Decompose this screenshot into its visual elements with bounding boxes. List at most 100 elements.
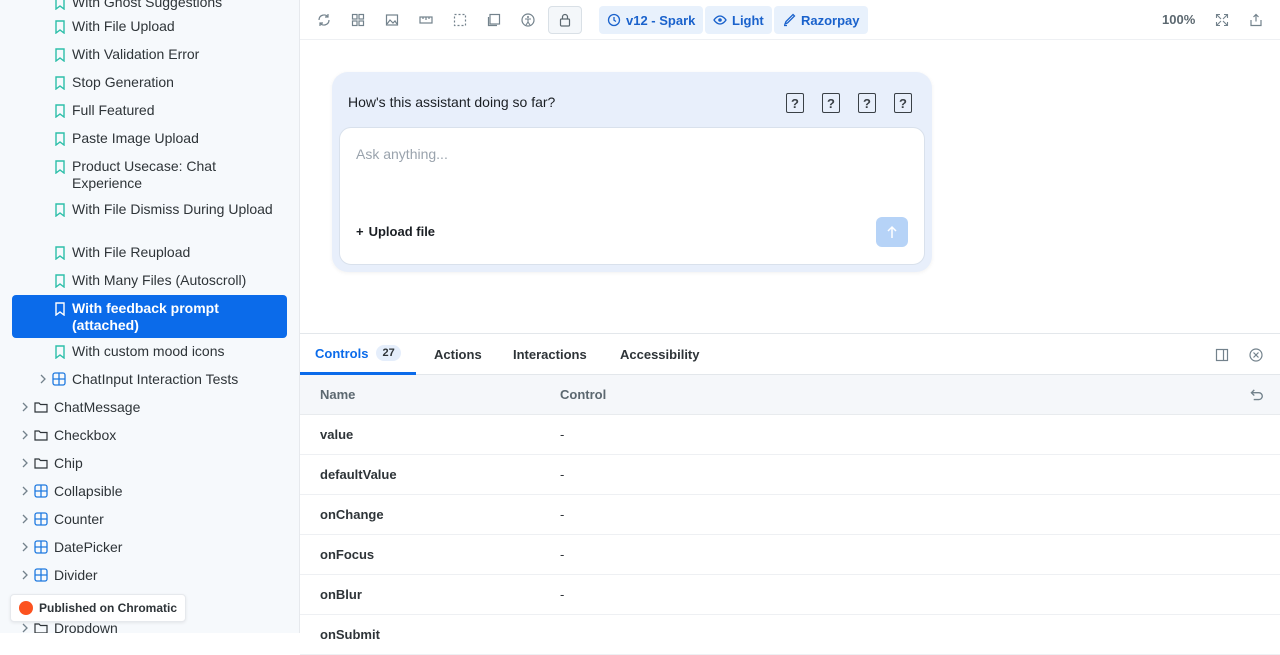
upload-file-button[interactable]: + Upload file <box>356 224 435 239</box>
sidebar-item-label: Checkbox <box>54 427 117 443</box>
table-header: Name Control <box>300 375 1280 415</box>
sidebar-item-chatmessage[interactable]: ChatMessage <box>12 399 287 416</box>
bookmark-icon <box>55 76 65 90</box>
column-header-name: Name <box>320 387 356 402</box>
control-value: - <box>560 547 565 562</box>
bookmark-icon <box>55 302 65 316</box>
undo-icon[interactable] <box>1248 387 1264 403</box>
story-item[interactable]: With Ghost Suggestions <box>12 0 287 11</box>
story-item[interactable]: Full Featured <box>12 102 287 119</box>
version-label: v12 - Spark <box>626 12 696 28</box>
bookmark-icon <box>55 160 65 174</box>
story-item[interactable]: Product Usecase: Chat Experience <box>12 158 287 192</box>
sidebar-item-counter[interactable]: Counter <box>12 511 287 528</box>
theme-button[interactable]: Light <box>705 6 772 34</box>
tab-controls[interactable]: Controls 27 <box>300 334 416 375</box>
story-item-label: With File Upload <box>72 18 175 34</box>
sidebar-item-chip[interactable]: Chip <box>12 455 287 472</box>
bookmark-icon <box>55 246 65 260</box>
control-name: onChange <box>320 507 384 522</box>
sidebar-item-label: DatePicker <box>54 539 123 555</box>
story-item[interactable]: With File Dismiss During Upload <box>12 201 287 218</box>
story-item-label: Full Featured <box>72 102 155 118</box>
bookmark-icon <box>55 20 65 34</box>
zoom-level[interactable]: 100% <box>1162 12 1195 27</box>
lock-icon[interactable] <box>548 6 582 34</box>
sidebar-item-checkbox[interactable]: Checkbox <box>12 427 287 444</box>
grid-icon[interactable] <box>348 10 368 30</box>
chevron-right-icon <box>22 402 28 412</box>
addon-panel: Controls 27 Actions Interactions Accessi… <box>300 333 1280 655</box>
chat-input-field[interactable] <box>356 146 896 162</box>
image-icon[interactable] <box>382 10 402 30</box>
sidebar-item-label: Counter <box>54 511 104 527</box>
reload-icon[interactable] <box>314 10 334 30</box>
story-item[interactable]: Paste Image Upload <box>12 130 287 147</box>
share-icon[interactable] <box>1246 10 1266 30</box>
controls-table: Name Control value - defaultValue - onCh… <box>300 375 1280 655</box>
sidebar-item-label: Divider <box>54 567 98 583</box>
chevron-right-icon <box>22 570 28 580</box>
story-canvas: How's this assistant doing so far? ? ? ?… <box>300 40 1280 333</box>
story-item-label: With File Reupload <box>72 244 191 260</box>
plus-icon: + <box>356 224 364 239</box>
feedback-prompt-text: How's this assistant doing so far? <box>348 94 556 110</box>
sidebar-item-chatinput-interaction-tests[interactable]: ChatInput Interaction Tests <box>12 371 287 388</box>
control-value: - <box>560 467 565 482</box>
chevron-right-icon <box>22 458 28 468</box>
tab-label: Controls <box>315 345 369 361</box>
ruler-icon[interactable] <box>416 10 436 30</box>
bookmark-icon <box>55 48 65 62</box>
story-item-active[interactable]: With feedback prompt (attached) <box>12 295 287 338</box>
sidebar-item-divider[interactable]: Divider <box>12 567 287 584</box>
fullscreen-icon[interactable] <box>1212 10 1232 30</box>
viewport-icon[interactable] <box>484 10 504 30</box>
sidebar-item-label: ChatInput Interaction Tests <box>72 371 239 387</box>
arrow-up-icon <box>887 225 897 238</box>
tab-label: Accessibility <box>620 347 700 362</box>
sidebar-item-label: Chip <box>54 455 83 471</box>
control-value: - <box>560 507 565 522</box>
chevron-right-icon <box>22 623 28 633</box>
close-icon[interactable] <box>1248 347 1264 363</box>
chromatic-logo-icon <box>19 601 33 615</box>
folder-icon <box>34 623 48 633</box>
bookmark-icon <box>55 203 65 217</box>
sidebar-item-datepicker[interactable]: DatePicker <box>12 539 287 556</box>
story-item[interactable]: With custom mood icons <box>12 343 287 360</box>
accessibility-icon[interactable] <box>518 10 538 30</box>
bookmark-icon <box>55 132 65 146</box>
mood-icon[interactable]: ? <box>858 93 876 113</box>
component-icon <box>52 372 66 386</box>
story-item[interactable]: With File Reupload <box>12 244 287 261</box>
chromatic-badge[interactable]: Published on Chromatic <box>10 594 187 622</box>
story-item-label: Product Usecase: Chat Experience <box>72 158 216 191</box>
mood-icon[interactable]: ? <box>894 93 912 113</box>
control-value: - <box>560 587 565 602</box>
brand-button[interactable]: Razorpay <box>774 6 868 34</box>
version-button[interactable]: v12 - Spark <box>599 6 704 34</box>
table-row: onSubmit <box>300 615 1280 655</box>
panel-layout-icon[interactable] <box>1214 347 1230 363</box>
story-item[interactable]: Stop Generation <box>12 74 287 91</box>
story-item[interactable]: With Many Files (Autoscroll) <box>12 272 287 289</box>
table-row: value - <box>300 415 1280 455</box>
bookmark-icon <box>55 274 65 288</box>
chevron-right-icon <box>40 374 46 384</box>
outline-icon[interactable] <box>450 10 470 30</box>
sidebar-item-collapsible[interactable]: Collapsible <box>12 483 287 500</box>
story-item-label: With Validation Error <box>72 46 200 62</box>
mood-icon[interactable]: ? <box>786 93 804 113</box>
bookmark-icon <box>55 0 65 10</box>
story-item[interactable]: With Validation Error <box>12 46 287 63</box>
tab-interactions[interactable]: Interactions <box>513 334 587 375</box>
send-button[interactable] <box>876 217 908 247</box>
component-icon <box>34 568 48 582</box>
tab-actions[interactable]: Actions <box>434 334 482 375</box>
tab-accessibility[interactable]: Accessibility <box>620 334 700 375</box>
clock-icon <box>607 13 621 27</box>
story-item[interactable]: With File Upload <box>12 18 287 35</box>
mood-icon[interactable]: ? <box>822 93 840 113</box>
chat-input-box: + Upload file <box>339 127 925 265</box>
story-item-label: Stop Generation <box>72 74 174 90</box>
